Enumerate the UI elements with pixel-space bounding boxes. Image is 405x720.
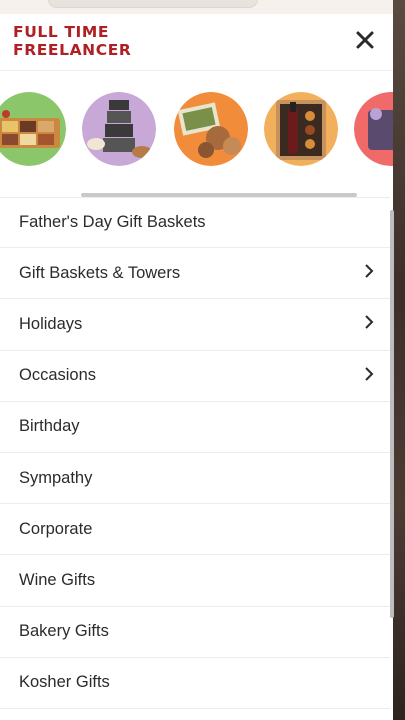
menu-item-holidays[interactable]: Holidays — [0, 299, 390, 351]
menu-scrollbar[interactable] — [390, 210, 394, 618]
basket-image[interactable] — [354, 92, 393, 166]
brand-logo[interactable]: FULL TIME FREELANCER — [13, 23, 131, 59]
category-carousel[interactable] — [0, 71, 393, 199]
snack-tray-image[interactable] — [0, 92, 66, 166]
drawer-header: FULL TIME FREELANCER — [0, 14, 393, 71]
menu-item-label: Occasions — [19, 366, 97, 385]
screen: FULL TIME FREELANCER Father's Day Gift B… — [0, 0, 405, 720]
menu-item-gift-baskets-towers[interactable]: Gift Baskets & Towers — [0, 248, 390, 300]
menu-item-label: Corporate — [19, 519, 93, 538]
menu-item-bakery-gifts[interactable]: Bakery Gifts — [0, 607, 390, 658]
menu-item-kosher-gifts[interactable]: Kosher Gifts — [0, 658, 390, 709]
chevron-right-icon — [365, 264, 374, 278]
menu-item-label: Wine Gifts — [19, 570, 96, 589]
menu-item-label: Holidays — [19, 314, 83, 333]
menu-item-label: Sympathy — [19, 468, 93, 487]
menu-item-sympathy[interactable]: Sympathy — [0, 453, 390, 505]
menu-item-fathers-day[interactable]: Father's Day Gift Baskets — [0, 197, 390, 249]
chevron-right-icon — [365, 366, 374, 381]
wine-box-image[interactable] — [264, 92, 338, 166]
tower-gift-image[interactable] — [82, 92, 156, 166]
close-icon[interactable] — [353, 28, 377, 52]
menu-item-occasions[interactable]: Occasions — [0, 351, 390, 402]
page-backdrop[interactable] — [393, 0, 405, 720]
menu-item-label: Kosher Gifts — [19, 673, 110, 692]
menu-item-wine-gifts[interactable]: Wine Gifts — [0, 555, 390, 607]
menu-item-corporate[interactable]: Corporate — [0, 504, 390, 556]
category-menu: Father's Day Gift Baskets Gift Baskets &… — [0, 197, 390, 709]
menu-item-label: Bakery Gifts — [19, 622, 109, 641]
logo-line-1: FULL TIME — [13, 23, 110, 41]
menu-item-label: Father's Day Gift Baskets — [19, 213, 206, 232]
search-pill[interactable] — [48, 0, 258, 8]
menu-item-label: Gift Baskets & Towers — [19, 263, 181, 282]
chevron-right-icon — [365, 315, 374, 330]
cookie-basket-image[interactable] — [174, 92, 248, 166]
menu-item-label: Birthday — [19, 417, 80, 436]
menu-item-birthday[interactable]: Birthday — [0, 402, 390, 453]
top-strip — [0, 0, 393, 14]
logo-line-2: FREELANCER — [13, 41, 132, 59]
nav-drawer: FULL TIME FREELANCER Father's Day Gift B… — [0, 14, 394, 720]
